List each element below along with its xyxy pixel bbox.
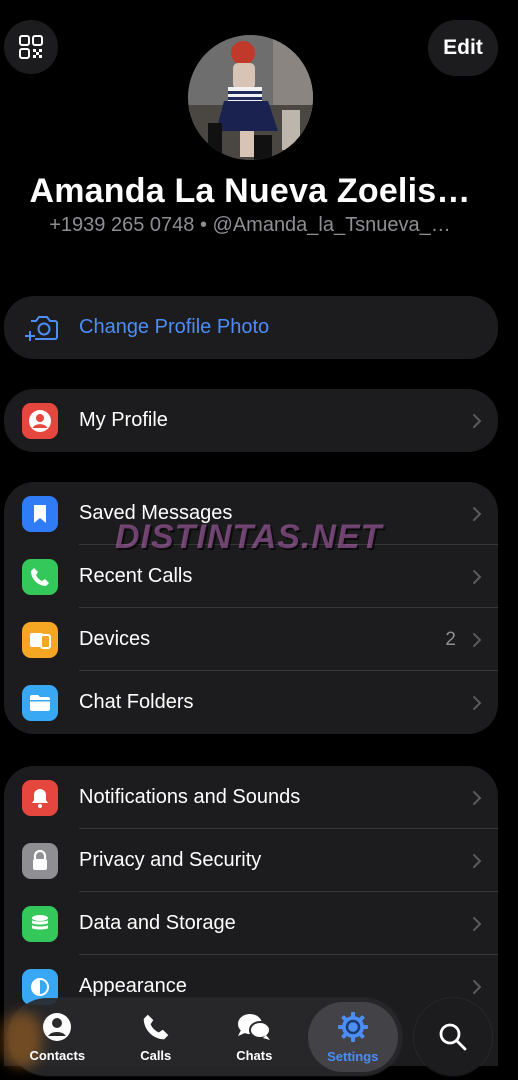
change-profile-photo-button[interactable]: Change Profile Photo (4, 296, 498, 359)
chevron-right-icon (473, 917, 482, 931)
devices-item[interactable]: Devices 2 (4, 608, 498, 671)
chevron-right-icon (473, 696, 482, 710)
folder-icon (22, 685, 58, 721)
profile-name: Amanda La Nueva Zoelis… (29, 172, 471, 210)
my-profile-group: My Profile (4, 389, 498, 452)
chat-folders-item[interactable]: Chat Folders (4, 671, 498, 734)
chevron-right-icon (473, 570, 482, 584)
chevron-right-icon (473, 507, 482, 521)
person-circle-icon (22, 403, 58, 439)
data-storage-label: Data and Storage (79, 912, 236, 934)
chevron-right-icon (473, 854, 482, 868)
privacy-item[interactable]: Privacy and Security (4, 829, 498, 892)
change-profile-photo-label: Change Profile Photo (79, 316, 270, 338)
tab-chats-label: Chats (236, 1047, 273, 1063)
watermark: DISTINTAS.NET (115, 518, 383, 556)
avatar-photo (188, 35, 313, 160)
search-icon (439, 1023, 467, 1051)
notifications-label: Notifications and Sounds (79, 786, 301, 808)
devices-icon (22, 622, 58, 658)
my-profile-label: My Profile (79, 409, 168, 431)
chevron-right-icon (473, 791, 482, 805)
privacy-label: Privacy and Security (79, 849, 262, 871)
tab-contacts[interactable]: Contacts (12, 1002, 102, 1072)
tab-settings-label: Settings (327, 1048, 379, 1064)
qr-code-button[interactable] (4, 20, 58, 74)
camera-add-icon (24, 310, 60, 346)
tab-contacts-label: Contacts (29, 1047, 86, 1063)
lock-icon (22, 843, 58, 879)
settings-screen: Edit Amanda La Nueva Zoelis… +1939 265 0… (0, 0, 518, 1080)
avatar[interactable] (188, 35, 313, 160)
profile-phone-username: +1939 265 0748 • @Amanda_la_Tsnueva_… (49, 214, 451, 236)
qr-code-icon (19, 35, 43, 59)
chevron-right-icon (473, 980, 482, 994)
gear-icon (337, 1011, 368, 1042)
bell-icon (22, 780, 58, 816)
tab-calls-label: Calls (140, 1047, 172, 1063)
edit-button[interactable]: Edit (428, 20, 498, 76)
devices-count: 2 (445, 629, 456, 650)
tab-bar: Contacts Calls Chats Settings (8, 998, 402, 1076)
change-photo-group: Change Profile Photo (4, 296, 498, 359)
phone-icon (22, 559, 58, 595)
bookmark-icon (22, 496, 58, 532)
chat-bubbles-icon (238, 1013, 272, 1040)
search-button[interactable] (414, 998, 492, 1076)
tab-settings[interactable]: Settings (307, 1002, 398, 1072)
chat-folders-label: Chat Folders (79, 691, 194, 713)
person-icon (43, 1012, 72, 1041)
my-profile-item[interactable]: My Profile (4, 389, 498, 452)
tab-calls[interactable]: Calls (111, 1002, 201, 1072)
phone-icon (143, 1014, 169, 1039)
database-icon (22, 906, 58, 942)
data-storage-item[interactable]: Data and Storage (4, 892, 498, 955)
devices-label: Devices (79, 628, 151, 650)
chevron-right-icon (473, 414, 482, 428)
tab-chats[interactable]: Chats (209, 1002, 299, 1072)
notifications-item[interactable]: Notifications and Sounds (4, 766, 498, 829)
chevron-right-icon (473, 633, 482, 647)
